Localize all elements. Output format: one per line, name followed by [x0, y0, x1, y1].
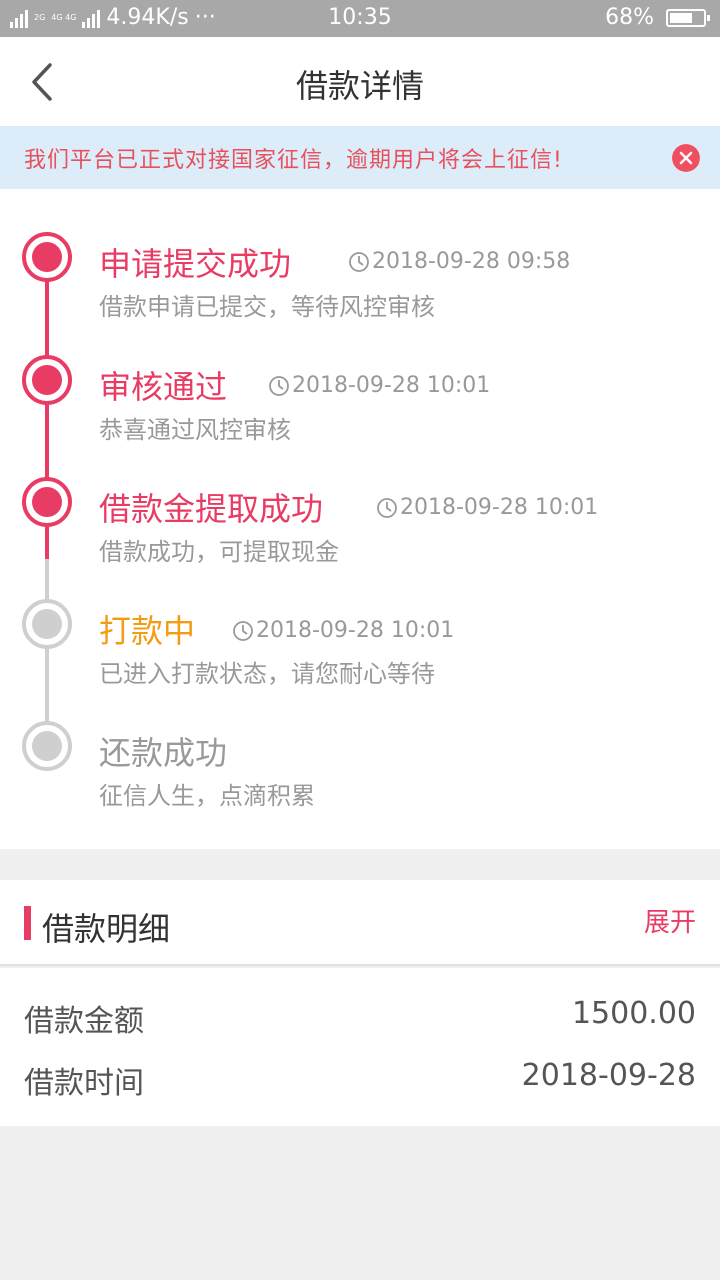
step-time-text: 2018-09-28 10:01 — [256, 618, 455, 643]
battery-fill — [670, 12, 692, 23]
step-title: 借款金提取成功 — [99, 490, 324, 528]
status-bar: 2G 4G 4G 4.94K/s ··· 10:35 68% — [0, 0, 720, 37]
step-time-text: 2018-09-28 10:01 — [400, 495, 599, 520]
battery-percent: 68% — [605, 5, 654, 30]
detail-body: 借款金额 1500.00 借款时间 2018-09-28 — [0, 968, 720, 1126]
step-desc: 征信人生，点滴积累 — [99, 782, 315, 810]
step-time: 2018-09-28 10:01 — [268, 373, 490, 398]
step-node-done — [22, 477, 72, 527]
loan-time-label: 借款时间 — [24, 1066, 144, 1101]
clock-icon — [233, 620, 253, 641]
step-desc: 借款申请已提交，等待风控审核 — [99, 293, 435, 321]
step-title: 申请提交成功 — [99, 245, 292, 283]
battery-icon — [666, 8, 710, 27]
step-time: 2018-09-28 09:58 — [348, 249, 570, 274]
step-desc: 借款成功，可提取现金 — [99, 538, 339, 566]
clock-icon — [269, 375, 289, 396]
step-time-text: 2018-09-28 09:58 — [372, 249, 571, 274]
section-accent-bar — [24, 906, 31, 940]
clock-icon — [377, 497, 397, 518]
clock-icon — [349, 251, 369, 272]
detail-title: 借款明细 — [42, 910, 171, 948]
step-time: 2018-09-28 10:01 — [376, 495, 598, 520]
step-title: 审核通过 — [99, 368, 228, 406]
notice-text: 我们平台已正式对接国家征信，逾期用户将会上征信! — [24, 148, 563, 173]
loan-amount-label: 借款金额 — [24, 1004, 144, 1039]
step-title: 还款成功 — [99, 734, 228, 772]
notice-banner: 我们平台已正式对接国家征信，逾期用户将会上征信! — [0, 126, 720, 189]
step-node-pending — [22, 721, 72, 771]
status-right: 68% — [605, 5, 710, 30]
step-node-done — [22, 232, 72, 282]
step-desc: 恭喜通过风控审核 — [99, 416, 291, 444]
progress-timeline: 申请提交成功 2018-09-28 09:58 借款申请已提交，等待风控审核 审… — [0, 189, 720, 849]
close-icon[interactable] — [672, 144, 700, 172]
step-time: 2018-09-28 10:01 — [232, 618, 454, 643]
step-desc: 已进入打款状态，请您耐心等待 — [99, 660, 435, 688]
step-node-pending — [22, 599, 72, 649]
expand-button[interactable]: 展开 — [644, 902, 696, 939]
loan-amount-value: 1500.00 — [571, 996, 696, 1031]
detail-header: 借款明细 展开 — [0, 880, 720, 966]
page-title: 借款详情 — [295, 67, 424, 105]
step-time-text: 2018-09-28 10:01 — [292, 373, 491, 398]
timeline-line-todo — [45, 559, 49, 744]
step-node-done — [22, 355, 72, 405]
loan-time-value: 2018-09-28 — [521, 1058, 696, 1093]
app-header: 借款详情 — [0, 37, 720, 126]
step-title: 打款中 — [99, 612, 196, 650]
